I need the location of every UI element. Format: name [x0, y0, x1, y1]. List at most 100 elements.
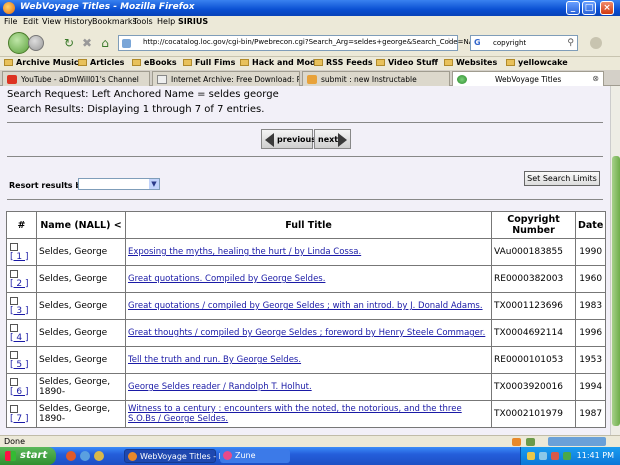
youtube-icon	[7, 75, 17, 84]
tray-icon[interactable]	[551, 452, 559, 460]
row-number-link[interactable]: [ 2 ]	[10, 279, 28, 289]
copyright-cell: TX0004692114	[491, 319, 576, 347]
tab-instructables[interactable]: submit : new Instructable	[302, 71, 450, 86]
row-checkbox[interactable]	[10, 377, 18, 386]
row-checkbox[interactable]	[10, 296, 18, 305]
tray-icon[interactable]	[527, 452, 535, 460]
row-number-link[interactable]: [ 5 ]	[10, 360, 28, 370]
title-link[interactable]: Great thoughts / compiled by George Seld…	[128, 328, 485, 338]
scrollbar-thumb[interactable]	[612, 156, 620, 426]
title-link[interactable]: Great quotations. Compiled by George Sel…	[128, 274, 325, 284]
maximize-button[interactable]: □	[582, 1, 596, 15]
row-checkbox[interactable]	[10, 323, 18, 332]
search-box[interactable]: G copyright ⚲	[470, 35, 578, 51]
addon-status-icon[interactable]	[526, 438, 535, 446]
tab-youtube[interactable]: YouTube - aDmWill01's Channel	[2, 71, 150, 86]
start-button[interactable]: start	[0, 447, 56, 465]
taskbar: start WebVoyage Titles - M... Zune 11:41…	[0, 447, 620, 465]
copyright-cell: TX0001123696	[491, 292, 576, 320]
title-cell: Great quotations / compiled by George Se…	[125, 292, 492, 320]
date-cell: 1953	[574, 346, 607, 374]
instructables-icon	[307, 75, 317, 84]
title-link[interactable]: George Seldes reader / Randolph T. Holhu…	[128, 382, 312, 392]
row-number-link[interactable]: [ 4 ]	[10, 333, 28, 343]
forward-button[interactable]	[28, 35, 44, 51]
title-link[interactable]: Exposing the myths, healing the hurt / b…	[128, 247, 361, 257]
next-button[interactable]: next	[314, 129, 351, 149]
bookmark-folder-hack-and-mod[interactable]: Hack and Mod	[240, 58, 316, 67]
bookmark-folder-full-fims[interactable]: Full Fims	[183, 58, 235, 67]
title-cell: Great thoughts / compiled by George Seld…	[125, 319, 492, 347]
weather-widget[interactable]	[548, 437, 606, 446]
back-button[interactable]	[8, 32, 30, 54]
bookmark-folder-rss-feeds[interactable]: RSS Feeds	[314, 58, 373, 67]
bookmark-folder-video-stuff[interactable]: Video Stuff	[376, 58, 438, 67]
menu-tools[interactable]: Tools	[133, 17, 153, 26]
row-number-cell: [ 7 ]	[6, 400, 37, 428]
bookmark-folder-websites[interactable]: Websites	[444, 58, 497, 67]
title-link[interactable]: Witness to a century : encounters with t…	[128, 404, 462, 424]
search-engine-icon[interactable]: G	[474, 38, 481, 47]
row-number-link[interactable]: [ 3 ]	[10, 306, 28, 316]
row-checkbox[interactable]	[10, 350, 18, 359]
stop-icon[interactable]: ✖	[80, 36, 94, 50]
menu-file[interactable]: File	[4, 17, 17, 26]
search-input[interactable]: copyright	[493, 39, 526, 47]
table-header-row: # Name (NALL) < Full Title Copyright Num…	[6, 211, 607, 239]
name-cell: Seldes, George	[36, 265, 126, 293]
header-name[interactable]: Name (NALL) <	[36, 211, 126, 239]
firefox-quicklaunch-icon[interactable]	[66, 451, 76, 461]
folder-icon	[444, 59, 453, 66]
menu-bookmarks[interactable]: Bookmarks	[92, 17, 137, 26]
url-bar[interactable]: http://cocatalog.loc.gov/cgi-bin/Pwebrec…	[118, 35, 493, 51]
row-number-cell: [ 2 ]	[6, 265, 37, 293]
home-icon[interactable]: ⌂	[98, 36, 112, 50]
tray-icon[interactable]	[563, 452, 571, 460]
bookmark-folder-archive-music[interactable]: Archive Music	[4, 58, 79, 67]
row-checkbox[interactable]	[10, 269, 18, 278]
menu-history[interactable]: History	[64, 17, 92, 26]
title-link[interactable]: Tell the truth and run. By George Seldes…	[128, 355, 301, 365]
date-cell: 1994	[574, 373, 607, 401]
close-button[interactable]: ×	[600, 1, 614, 15]
tab-label: WebVoyage Titles	[495, 75, 562, 84]
menu-view[interactable]: View	[42, 17, 61, 26]
bookmark-folder-ebooks[interactable]: eBooks	[132, 58, 177, 67]
row-number-link[interactable]: [ 7 ]	[10, 414, 28, 424]
bookmark-folder-articles[interactable]: Articles	[78, 58, 124, 67]
row-number-link[interactable]: [ 6 ]	[10, 387, 28, 397]
taskbar-item-zune[interactable]: Zune	[220, 449, 290, 463]
minimize-button[interactable]: _	[566, 1, 580, 15]
set-search-limits-button[interactable]: Set Search Limits	[524, 171, 600, 186]
menu-sirius[interactable]: SIRIUS	[178, 17, 208, 26]
tab-webvoyage-titles[interactable]: WebVoyage Titles ⊗	[452, 71, 604, 87]
reload-icon[interactable]: ↻	[62, 36, 76, 50]
quicklaunch-icon[interactable]	[80, 451, 90, 461]
vertical-scrollbar[interactable]	[610, 86, 620, 435]
header-full-title: Full Title	[125, 211, 492, 239]
name-cell: Seldes, George	[36, 238, 126, 266]
previous-button[interactable]: previous	[261, 129, 316, 149]
row-checkbox[interactable]	[10, 404, 18, 413]
title-link[interactable]: Great quotations / compiled by George Se…	[128, 301, 483, 311]
row-checkbox[interactable]	[10, 242, 18, 251]
menu-help[interactable]: Help	[157, 17, 175, 26]
addon-status-icon[interactable]	[512, 438, 521, 446]
header-number: #	[6, 211, 37, 239]
bookmark-folder-yellowcake[interactable]: yellowcake	[506, 58, 568, 67]
bookmark-star-icon[interactable]: ☆	[445, 37, 453, 47]
table-row: [ 6 ] Seldes, George, 1890- George Selde…	[6, 373, 607, 401]
chevron-down-icon[interactable]: ▼	[149, 179, 159, 189]
tray-icon[interactable]	[539, 452, 547, 460]
task-label: Zune	[235, 451, 256, 460]
resort-select[interactable]: ▼	[78, 178, 160, 190]
row-number-link[interactable]: [ 1 ]	[10, 252, 28, 262]
tab-internet-archive[interactable]: Internet Archive: Free Download: PE...	[152, 71, 300, 86]
taskbar-item-firefox[interactable]: WebVoyage Titles - M...	[124, 449, 233, 463]
search-icon[interactable]: ⚲	[567, 38, 574, 48]
menu-edit[interactable]: Edit	[23, 17, 39, 26]
title-cell: George Seldes reader / Randolph T. Holhu…	[125, 373, 492, 401]
quicklaunch-icon[interactable]	[94, 451, 104, 461]
addon-icon[interactable]	[590, 37, 602, 49]
close-tab-icon[interactable]: ⊗	[592, 74, 599, 83]
